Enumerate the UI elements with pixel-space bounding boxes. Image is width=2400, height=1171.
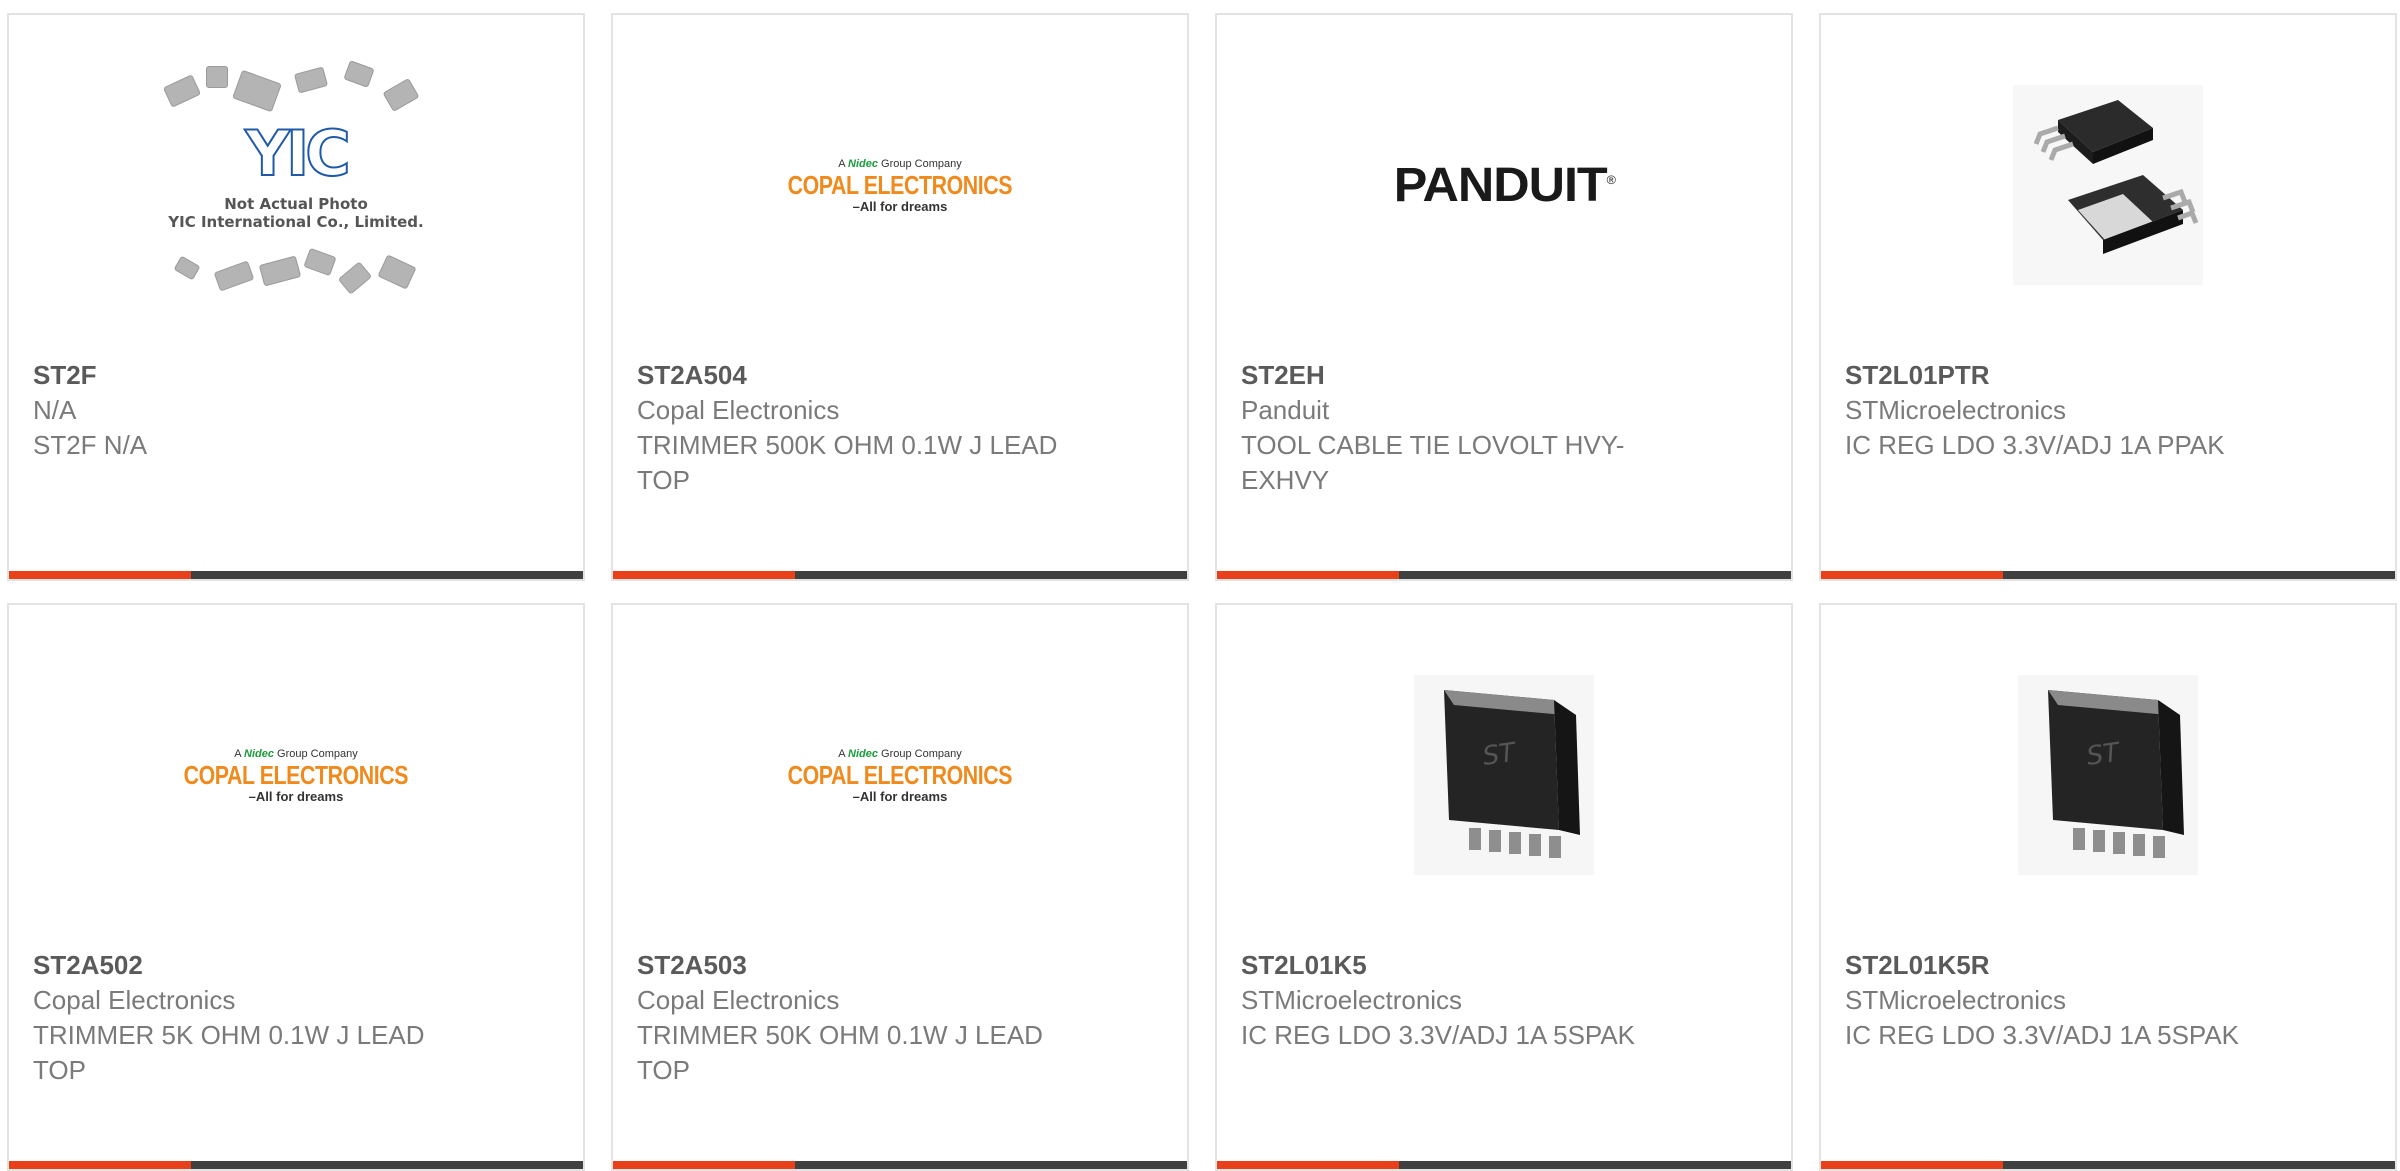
yic-logo: YIC <box>244 117 351 190</box>
product-image[interactable]: ST <box>1217 605 1791 945</box>
copal-logo: A Nidec Group Company COPAL ELECTRONICS … <box>787 747 1013 804</box>
part-number[interactable]: ST2A503 <box>637 947 1167 983</box>
description: TRIMMER 5K OHM 0.1W J LEAD TOP <box>33 1020 425 1085</box>
description: ST2F N/A <box>33 430 148 460</box>
card-accent <box>1217 1161 1399 1169</box>
card-accent <box>613 571 795 579</box>
product-card[interactable]: ST ST2L01K5R STMicroelectronics IC REG L… <box>1819 603 2397 1171</box>
manufacturer: Panduit <box>1241 395 1330 425</box>
description: TOOL CABLE TIE LOVOLT HVY-EXHVY <box>1241 430 1625 495</box>
card-bottom-bar <box>1217 1161 1791 1169</box>
product-card[interactable]: YIC Not Actual Photo YIC International C… <box>7 13 585 581</box>
description: IC REG LDO 3.3V/ADJ 1A 5SPAK <box>1845 1020 2240 1050</box>
manufacturer: Copal Electronics <box>637 395 840 425</box>
ppak-package-image <box>2013 85 2203 285</box>
card-accent <box>9 571 191 579</box>
placeholder-company: YIC International Co., Limited. <box>168 213 424 231</box>
card-accent <box>1821 1161 2003 1169</box>
spak-package-image: ST <box>1414 675 1594 875</box>
manufacturer: N/A <box>33 395 77 425</box>
card-bottom-bar <box>1821 571 2395 579</box>
card-bottom-bar <box>9 571 583 579</box>
manufacturer: STMicroelectronics <box>1845 395 2067 425</box>
manufacturer: STMicroelectronics <box>1845 985 2067 1015</box>
card-bottom-bar <box>9 1161 583 1169</box>
manufacturer: Copal Electronics <box>33 985 236 1015</box>
product-image[interactable] <box>1821 15 2395 355</box>
card-bottom-bar <box>1821 1161 2395 1169</box>
card-accent <box>1821 571 2003 579</box>
product-image[interactable]: PANDUIT® <box>1217 15 1791 355</box>
svg-text:ST: ST <box>2085 737 2123 772</box>
spak-package-image: ST <box>2018 675 2198 875</box>
description: TRIMMER 50K OHM 0.1W J LEAD TOP <box>637 1020 1043 1085</box>
product-card[interactable]: A Nidec Group Company COPAL ELECTRONICS … <box>611 13 1189 581</box>
product-image[interactable]: ST <box>1821 605 2395 945</box>
copal-logo: A Nidec Group Company COPAL ELECTRONICS … <box>787 157 1013 214</box>
manufacturer: STMicroelectronics <box>1241 985 1463 1015</box>
part-number[interactable]: ST2A502 <box>33 947 563 983</box>
part-number[interactable]: ST2EH <box>1241 357 1771 393</box>
product-card[interactable]: PANDUIT® ST2EH Panduit TOOL CABLE TIE LO… <box>1215 13 1793 581</box>
product-card[interactable]: ST2L01PTR STMicroelectronics IC REG LDO … <box>1819 13 2397 581</box>
panduit-logo: PANDUIT® <box>1393 158 1615 212</box>
manufacturer: Copal Electronics <box>637 985 840 1015</box>
placeholder-note: Not Actual Photo <box>224 195 368 213</box>
product-card[interactable]: A Nidec Group Company COPAL ELECTRONICS … <box>7 603 585 1171</box>
part-number[interactable]: ST2A504 <box>637 357 1167 393</box>
card-bottom-bar <box>1217 571 1791 579</box>
product-card[interactable]: ST ST2L01K5 STMicroelectronics IC REG LD… <box>1215 603 1793 1171</box>
product-image[interactable]: A Nidec Group Company COPAL ELECTRONICS … <box>9 605 583 945</box>
card-bottom-bar <box>613 571 1187 579</box>
card-accent <box>1217 571 1399 579</box>
description: IC REG LDO 3.3V/ADJ 1A PPAK <box>1845 430 2225 460</box>
description: TRIMMER 500K OHM 0.1W J LEAD TOP <box>637 430 1058 495</box>
product-image[interactable]: YIC Not Actual Photo YIC International C… <box>9 15 583 355</box>
description: IC REG LDO 3.3V/ADJ 1A 5SPAK <box>1241 1020 1636 1050</box>
card-bottom-bar <box>613 1161 1187 1169</box>
product-grid: YIC Not Actual Photo YIC International C… <box>0 0 2400 1171</box>
card-accent <box>9 1161 191 1169</box>
svg-text:ST: ST <box>1481 737 1519 772</box>
part-number[interactable]: ST2L01PTR <box>1845 357 2375 393</box>
copal-logo: A Nidec Group Company COPAL ELECTRONICS … <box>183 747 409 804</box>
part-number[interactable]: ST2L01K5 <box>1241 947 1771 983</box>
part-number[interactable]: ST2F <box>33 357 563 393</box>
product-image[interactable]: A Nidec Group Company COPAL ELECTRONICS … <box>613 15 1187 355</box>
card-accent <box>613 1161 795 1169</box>
product-image[interactable]: A Nidec Group Company COPAL ELECTRONICS … <box>613 605 1187 945</box>
product-card[interactable]: A Nidec Group Company COPAL ELECTRONICS … <box>611 603 1189 1171</box>
yic-placeholder-image: YIC Not Actual Photo YIC International C… <box>146 60 446 310</box>
part-number[interactable]: ST2L01K5R <box>1845 947 2375 983</box>
